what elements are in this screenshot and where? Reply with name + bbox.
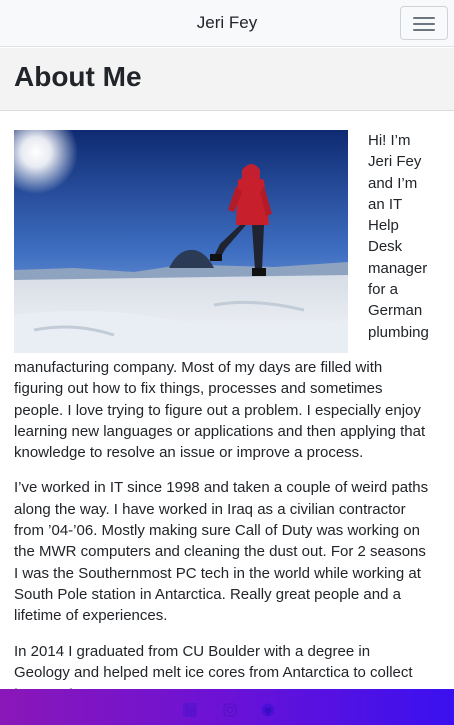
navbar: Jeri Fey [0,0,454,47]
footer [0,689,454,725]
instagram-icon[interactable] [223,703,237,717]
page-header: About Me [0,48,454,111]
hamburger-menu-icon-bar [413,29,435,31]
navbar-toggle-button[interactable] [400,6,448,40]
github-icon[interactable] [261,703,275,717]
hamburger-menu-icon [413,17,435,19]
antarctica-photo [14,130,348,353]
about-content: Hi! I’m Jeri Fey and I’m an IT Help Desk… [14,130,430,718]
career-paragraph: I’ve worked in IT since 1998 and taken a… [14,479,429,625]
linkedin-icon[interactable] [183,703,197,717]
hamburger-menu-icon-bar [413,23,435,25]
brand-title[interactable]: Jeri Fey [0,12,454,34]
page-title: About Me [14,61,142,92]
